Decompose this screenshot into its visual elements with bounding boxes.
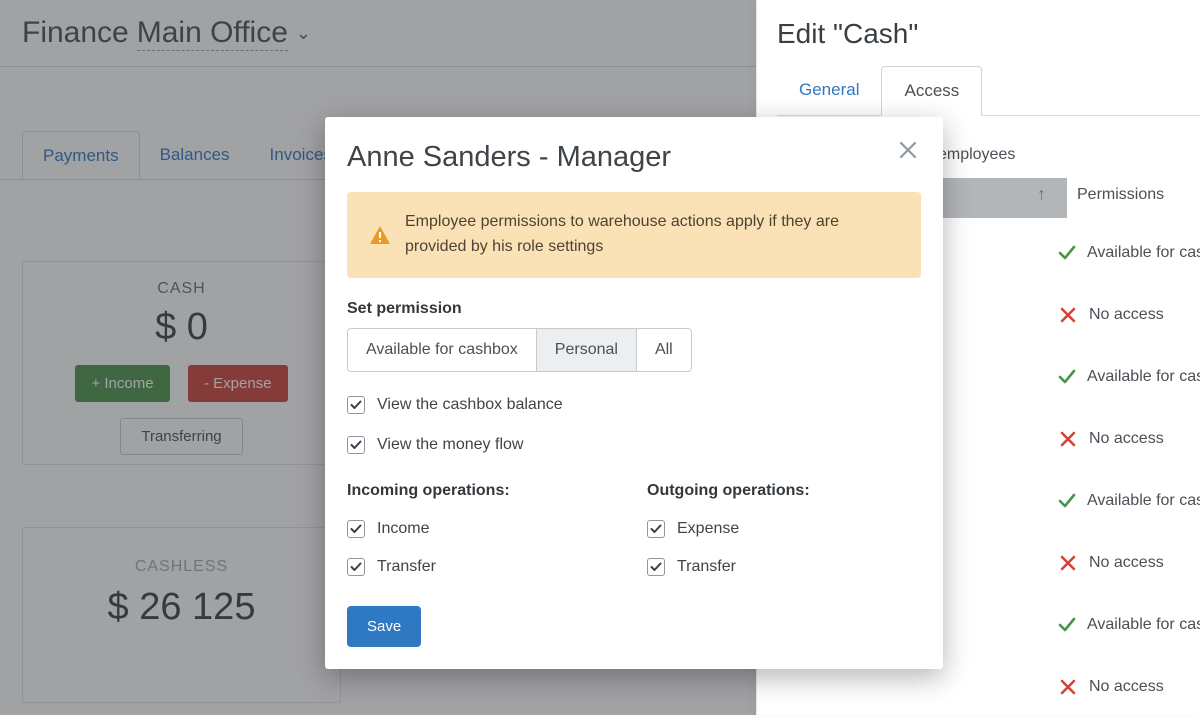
checkbox-view-balance-label: View the cashbox balance <box>377 396 563 414</box>
x-icon <box>1057 552 1079 574</box>
checkbox-view-balance[interactable] <box>347 396 365 414</box>
checkbox-in-transfer-label: Transfer <box>377 558 436 576</box>
close-icon[interactable] <box>897 139 925 167</box>
checkbox-income[interactable] <box>347 520 365 538</box>
sort-arrow-up-icon[interactable]: ↑ <box>1037 184 1046 205</box>
save-button[interactable]: Save <box>347 606 421 647</box>
perm-row-text: Available for cas <box>1087 244 1200 262</box>
perm-header-label: Permissions <box>1077 186 1164 204</box>
modal-title: Anne Sanders - Manager <box>347 141 921 174</box>
checkbox-view-flow[interactable] <box>347 436 365 454</box>
checkbox-expense[interactable] <box>647 520 665 538</box>
seg-personal[interactable]: Personal <box>537 329 637 371</box>
perm-row-text: Available for cas <box>1087 368 1200 386</box>
checkbox-view-flow-label: View the money flow <box>377 436 523 454</box>
checkbox-in-transfer[interactable] <box>347 558 365 576</box>
seg-all[interactable]: All <box>637 329 691 371</box>
side-tab-general[interactable]: General <box>777 66 881 115</box>
checkbox-expense-label: Expense <box>677 520 739 538</box>
check-icon <box>1057 242 1077 264</box>
perm-row-text: No access <box>1089 678 1164 696</box>
perm-row-text: No access <box>1089 554 1164 572</box>
x-icon <box>1057 304 1079 326</box>
side-tab-access[interactable]: Access <box>881 66 982 116</box>
outgoing-ops-title: Outgoing operations: <box>647 482 887 500</box>
info-note: Employee permissions to warehouse action… <box>347 192 921 278</box>
x-icon <box>1057 676 1079 698</box>
perm-row-text: Available for cas <box>1087 616 1200 634</box>
employee-permission-modal: Anne Sanders - Manager Employee permissi… <box>325 117 943 669</box>
check-icon <box>1057 614 1077 636</box>
seg-available[interactable]: Available for cashbox <box>348 329 537 371</box>
info-note-text: Employee permissions to warehouse action… <box>405 210 901 260</box>
incoming-ops-title: Incoming operations: <box>347 482 587 500</box>
side-tabs: General Access <box>777 66 1200 116</box>
checkbox-out-transfer-label: Transfer <box>677 558 736 576</box>
perm-row-text: No access <box>1089 306 1164 324</box>
check-icon <box>1057 490 1077 512</box>
permission-segmented: Available for cashbox Personal All <box>347 328 692 372</box>
checkbox-out-transfer[interactable] <box>647 558 665 576</box>
perm-row-text: Available for cas <box>1087 492 1200 510</box>
warning-icon <box>365 210 395 260</box>
side-panel-title: Edit "Cash" <box>757 0 1200 50</box>
checkbox-income-label: Income <box>377 520 429 538</box>
perm-row-text: No access <box>1089 430 1164 448</box>
x-icon <box>1057 428 1079 450</box>
check-icon <box>1057 366 1077 388</box>
set-permission-label: Set permission <box>347 300 921 318</box>
